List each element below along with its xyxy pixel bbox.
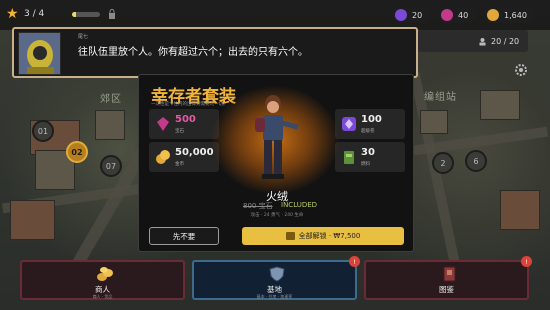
bundle-item-value: 50,000 [175, 147, 214, 158]
lock-icon [109, 9, 115, 19]
squad-count: 20 / 20 [491, 36, 520, 46]
gem-icon [441, 9, 453, 21]
level-counter: 3 / 4 [24, 9, 45, 19]
squad-icon [479, 37, 486, 45]
crystal-count: 20 [412, 10, 423, 20]
fuel-icon [344, 151, 354, 164]
nav-base[interactable]: 基地 基本 · 住房 · 加速率 ! [192, 256, 360, 300]
bundle-item-label: 燃料 [361, 162, 370, 167]
xp-bar [72, 12, 100, 17]
xp-bar-fill [72, 12, 77, 17]
notification-badge: ! [349, 256, 360, 267]
bundle-item-label: 金币 [175, 162, 184, 167]
gem-icon [157, 117, 169, 131]
map-node-6[interactable]: 6 [465, 150, 487, 172]
map-node-2[interactable]: 2 [432, 152, 454, 174]
coin-icon [487, 9, 499, 21]
nav-merchant[interactable]: 商人 商人 · 货品 [20, 260, 185, 300]
bundle-subtitle: 一次性是卡住内的出得到需要的一切。 [151, 102, 228, 107]
crystal-icon [342, 117, 356, 131]
nav-sublabel: 商人 · 货品 [92, 294, 113, 299]
coin-count: 1,640 [504, 10, 527, 20]
resource-gems[interactable]: 40 [438, 7, 477, 23]
hero-portrait [255, 95, 299, 179]
top-hud: ★ 3 / 4 20 40 1,640 [0, 0, 550, 30]
hero-included-tag: INCLUDED [281, 201, 318, 209]
coin-icon [156, 150, 170, 164]
bundle-item-label: 超级卷 [361, 129, 375, 134]
bundle-item-crystals: 100 超级卷 [335, 109, 405, 139]
map-node-01[interactable]: 01 [32, 120, 54, 142]
unlock-all-label: 全部解锁 · ₩7,500 [298, 232, 361, 240]
resource-crystals[interactable]: 20 [392, 7, 431, 23]
bundle-item-fuel: 30 燃料 [335, 142, 405, 172]
hero-old-price: 800 宝石 [243, 202, 273, 210]
gear-icon[interactable] [513, 62, 529, 78]
book-icon [443, 266, 456, 282]
map-label-station: 编组站 [424, 92, 457, 103]
hero-stats: 攻击 · 24 勇气 · 240 生命 [250, 213, 304, 218]
bundle-item-gems: 500 宝石 [149, 109, 219, 139]
bundle-item-label: 宝石 [175, 129, 184, 134]
shield-icon [269, 266, 285, 282]
nav-label: 图鉴 [439, 285, 454, 294]
bundle-item-value: 500 [175, 114, 196, 125]
crystal-icon [395, 9, 407, 21]
speaker-avatar [18, 32, 61, 75]
dialog-text: 往队伍里放个人。你有超过六个；出去的只有六个。 [78, 47, 308, 58]
resource-coins[interactable]: 1,640 [484, 7, 535, 23]
coins-stack-icon [97, 267, 113, 281]
unlock-all-button[interactable]: 全部解锁 · ₩7,500 [242, 227, 404, 245]
bundle-item-coins: 50,000 金币 [149, 142, 219, 172]
notification-badge: ! [521, 256, 532, 267]
map-label-suburb: 郊区 [100, 94, 122, 105]
map-node-02[interactable]: 02 [66, 141, 88, 163]
nav-codex[interactable]: 图鉴 ! [364, 256, 532, 300]
skip-button[interactable]: 先不要 [149, 227, 219, 245]
bundle-item-value: 30 [361, 147, 375, 158]
dialog-box[interactable]: 尾七 往队伍里放个人。你有超过六个；出去的只有六个。 [12, 27, 418, 78]
speaker-name: 尾七 [78, 34, 89, 40]
star-icon: ★ [6, 6, 19, 22]
map-node-07[interactable]: 07 [100, 155, 122, 177]
squad-counter[interactable]: 20 / 20 [418, 30, 528, 52]
gem-count: 40 [458, 10, 469, 20]
bundle-item-value: 100 [361, 114, 382, 125]
cart-icon [285, 232, 295, 240]
nav-sublabel: 基本 · 住房 · 加速率 [256, 294, 293, 299]
